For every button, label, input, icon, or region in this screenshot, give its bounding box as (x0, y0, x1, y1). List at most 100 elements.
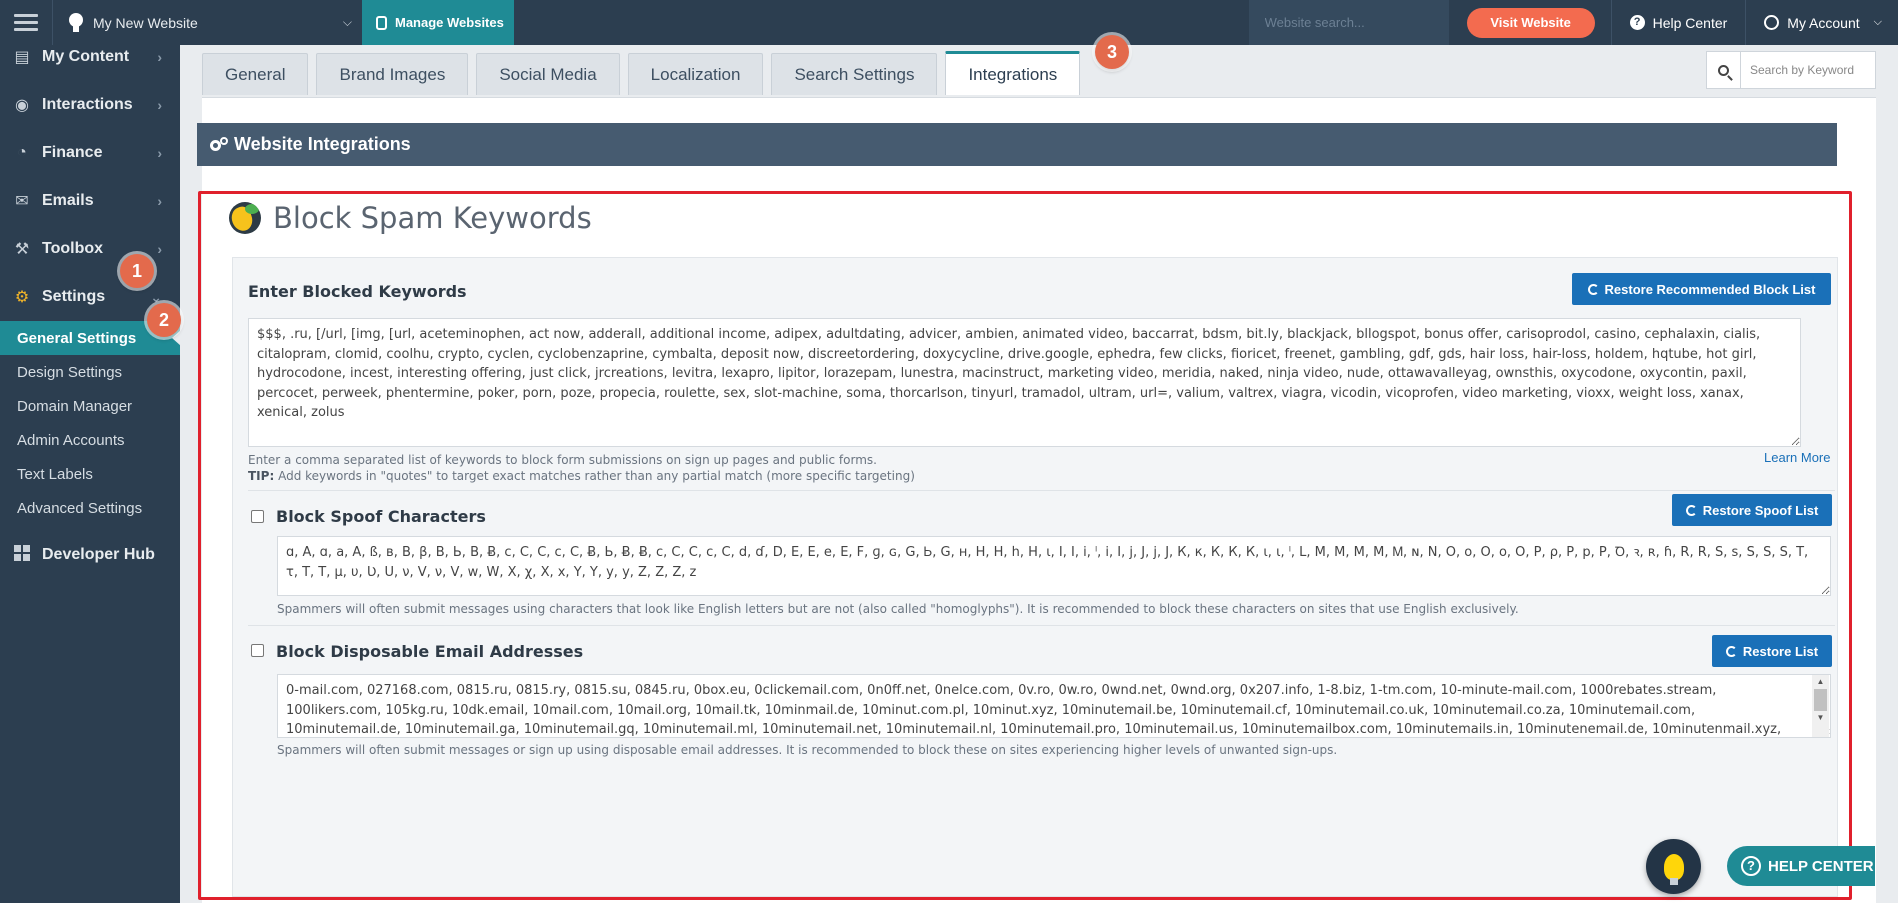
sidebar-item-label: Emails (42, 192, 94, 209)
disposable-emails-textarea[interactable]: 0-mail.com, 027168.com, 0815.ru, 0815.ry… (277, 674, 1831, 738)
chevron-right-icon: › (157, 193, 162, 209)
user-icon (1764, 15, 1780, 30)
step-badge-1: 1 (120, 254, 154, 288)
refresh-icon (1725, 645, 1737, 657)
restore-block-label: Restore Recommended Block List (1604, 281, 1816, 297)
sidebar-subitem-domain-manager[interactable]: Domain Manager (0, 389, 180, 423)
step-badge-3: 3 (1095, 35, 1129, 69)
sidebar-item-developer-hub[interactable]: Developer Hub (0, 531, 180, 579)
restore-spoof-list-button[interactable]: Restore Spoof List (1672, 494, 1832, 526)
tab-social-media[interactable]: Social Media (476, 53, 620, 95)
grid-icon (12, 544, 32, 566)
tip-text: Add keywords in "quotes" to target exact… (278, 469, 915, 483)
parrot-logo-icon (229, 202, 261, 234)
sidebar-subitem-advanced-settings[interactable]: Advanced Settings (0, 491, 180, 525)
gear-icon: ⚙ (14, 289, 30, 306)
question-icon: ? (1741, 856, 1761, 876)
main-content: General Brand Images Social Media Locali… (180, 45, 1898, 903)
block-spam-heading: Block Spam Keywords (229, 201, 592, 235)
sidebar-item-emails[interactable]: ✉ Emails › (0, 177, 180, 225)
sidebar-item-finance[interactable]: ◔ Finance › (0, 129, 180, 177)
top-spacer (514, 0, 1249, 45)
manage-websites-label: Manage Websites (395, 15, 504, 30)
help-lightbulb-button[interactable] (1646, 839, 1701, 894)
restore-spoof-label: Restore Spoof List (1702, 502, 1819, 518)
block-spoof-checkbox[interactable] (251, 510, 264, 523)
keyword-search-input[interactable] (1741, 63, 1871, 77)
tab-brand-images[interactable]: Brand Images (316, 53, 469, 95)
spoof-hint: Spammers will often submit messages usin… (277, 602, 1519, 616)
chevron-right-icon: › (157, 49, 162, 65)
sidebar-item-label: Interactions (42, 96, 133, 113)
blocked-keywords-textarea[interactable]: $$$, .ru, [/url, [img, [url, aceteminoph… (248, 318, 1801, 447)
learn-more-link[interactable]: Learn More (1764, 450, 1830, 465)
folder-icon: ▤ (14, 49, 30, 66)
scroll-up-icon[interactable]: ▲ (1812, 675, 1829, 689)
refresh-icon (1587, 283, 1599, 295)
keyword-search[interactable] (1706, 51, 1876, 89)
database-icon (376, 15, 387, 30)
search-icon (1707, 52, 1741, 88)
block-spam-title: Block Spam Keywords (273, 201, 592, 235)
disposable-hint: Spammers will often submit messages or s… (277, 743, 1338, 757)
visit-website-button[interactable]: Visit Website (1466, 7, 1595, 38)
chevron-right-icon: › (157, 241, 162, 257)
tab-integrations[interactable]: Integrations (945, 51, 1081, 95)
scroll-down-icon[interactable]: ▼ (1812, 711, 1829, 725)
help-center-button-label: HELP CENTER (1768, 857, 1874, 875)
step-badge-2: 2 (147, 303, 181, 337)
lightbulb-icon (1663, 853, 1684, 885)
lightbulb-icon (69, 12, 83, 33)
gears-icon (210, 136, 228, 153)
restore-list-label: Restore List (1742, 643, 1819, 659)
keywords-hint: Enter a comma separated list of keywords… (248, 453, 877, 467)
website-search-input[interactable] (1264, 15, 1435, 30)
keywords-tip: TIP: Add keywords in "quotes" to target … (248, 469, 915, 483)
chevron-right-icon: › (157, 145, 162, 161)
hamburger-icon (14, 12, 38, 33)
section-header: Website Integrations (197, 123, 1837, 166)
tab-search-settings[interactable]: Search Settings (771, 53, 938, 95)
help-center-link[interactable]: ? Help Center (1610, 0, 1746, 45)
chevron-down-icon: ⌵ (1873, 16, 1882, 28)
chevron-right-icon: › (157, 97, 162, 113)
sidebar-item-label: Toolbox (42, 240, 104, 257)
sidebar-item-label: Developer Hub (42, 546, 155, 563)
chevron-down-icon: ⌵ (342, 15, 352, 29)
blocked-keywords-label: Enter Blocked Keywords (248, 282, 467, 301)
website-name: My New Website (93, 14, 198, 31)
block-disposable-label: Block Disposable Email Addresses (276, 642, 584, 661)
sidebar-subitem-text-labels[interactable]: Text Labels (0, 457, 180, 491)
wrench-icon: ⚒ (14, 241, 30, 258)
block-disposable-checkbox[interactable] (251, 644, 264, 657)
restore-recommended-block-list-button[interactable]: Restore Recommended Block List (1572, 273, 1831, 305)
help-center-button[interactable]: ? HELP CENTER (1727, 846, 1875, 886)
website-search[interactable] (1248, 0, 1449, 45)
sidebar-item-label: Finance (42, 144, 103, 161)
spoof-characters-textarea[interactable]: ɑ, А, ɑ, а, А, ß, в, В, β, В, Ь, В, Ƀ, с… (277, 536, 1831, 596)
divider (248, 625, 1835, 626)
tip-label: TIP: (248, 469, 275, 483)
disposable-scrollbar[interactable]: ▲ ▼ (1812, 675, 1829, 737)
sidebar-item-interactions[interactable]: ◉ Interactions › (0, 81, 180, 129)
sidebar-subitem-admin-accounts[interactable]: Admin Accounts (0, 423, 180, 457)
settings-tabs: General Brand Images Social Media Locali… (202, 51, 1088, 95)
restore-list-button[interactable]: Restore List (1712, 635, 1832, 667)
top-bar: My New Website ⌵ Manage Websites Visit W… (0, 0, 1898, 45)
my-account-label: My Account (1787, 14, 1860, 31)
scroll-thumb[interactable] (1814, 689, 1827, 711)
tab-general[interactable]: General (202, 53, 309, 95)
divider (248, 490, 1835, 491)
sidebar-item-my-content[interactable]: ▤ My Content › (0, 33, 180, 81)
tab-localization[interactable]: Localization (627, 53, 764, 95)
sidebar: ▤ My Content › ◉ Interactions › ◔ Financ… (0, 45, 181, 903)
pie-chart-icon: ◔ (17, 144, 27, 161)
envelope-icon: ✉ (15, 193, 29, 210)
manage-websites-button[interactable]: Manage Websites (362, 0, 514, 45)
sidebar-subitem-design-settings[interactable]: Design Settings (0, 355, 180, 389)
refresh-icon (1685, 504, 1697, 516)
my-account-menu[interactable]: My Account ⌵ (1745, 0, 1898, 45)
sidebar-item-label: Settings (42, 288, 106, 305)
block-spoof-label: Block Spoof Characters (276, 507, 486, 526)
section-title: Website Integrations (234, 134, 411, 154)
